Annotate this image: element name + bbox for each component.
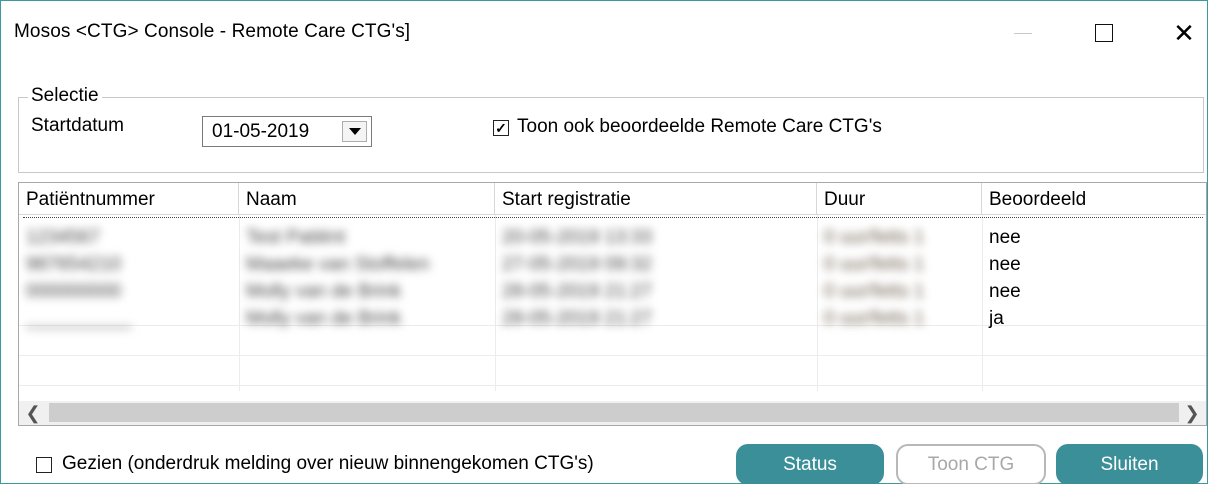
status-button[interactable]: Status <box>736 444 884 484</box>
table-row[interactable]: 1234567 Test Patiënt 20-05-2019 13:33 0 … <box>19 227 1206 254</box>
maximize-button[interactable] <box>1084 15 1124 51</box>
cell-start-registratie: 20-05-2019 13:33 <box>502 227 653 248</box>
column-header-beoordeeld[interactable]: Beoordeeld <box>982 183 1206 215</box>
cell-duur: 0 uur/fetts 1 <box>824 254 925 275</box>
gezien-checkbox[interactable] <box>36 457 52 473</box>
cell-naam: Maaeke van Stoffelen <box>246 254 430 275</box>
cell-naam: Molly van de Brink <box>246 281 402 302</box>
close-icon: ✕ <box>1173 18 1195 48</box>
table-row[interactable]: 000000000 Molly van de Brink 28-05-2019 … <box>19 281 1206 308</box>
startdatum-label: Startdatum <box>31 115 124 136</box>
column-header-patientnummer[interactable]: Patiëntnummer <box>19 183 239 215</box>
sluiten-button[interactable]: Sluiten <box>1056 444 1203 484</box>
cell-patientnummer: 987654210 <box>26 254 122 275</box>
minimize-icon <box>1014 32 1032 34</box>
table-header: Patiëntnummer Naam Start registratie Duu… <box>19 183 1206 215</box>
cell-patientnummer: 1234567 <box>26 227 100 248</box>
grid-line <box>19 385 1206 386</box>
cell-naam: Molly van de Brink <box>246 308 402 329</box>
cell-beoordeeld: ja <box>989 308 1004 329</box>
table-row[interactable]: __________ Molly van de Brink 28-05-2019… <box>19 308 1206 335</box>
scroll-right-button[interactable]: ❯ <box>1180 401 1204 425</box>
startdatum-dropdown[interactable]: 01-05-2019 <box>202 116 372 147</box>
checkmark-icon: ✓ <box>495 120 507 136</box>
cell-start-registratie: 28-05-2019 21:27 <box>502 281 653 302</box>
cell-patientnummer: 000000000 <box>26 281 122 302</box>
maximize-icon <box>1095 24 1113 42</box>
chevron-down-icon <box>348 128 361 135</box>
cell-duur: 0 uur/fetts 1 <box>824 308 925 329</box>
focus-rectangle <box>23 217 1203 218</box>
cell-beoordeeld: nee <box>989 254 1021 275</box>
cell-beoordeeld: nee <box>989 227 1021 248</box>
scroll-left-button[interactable]: ❮ <box>21 401 45 425</box>
scrollbar-thumb[interactable] <box>49 403 1179 422</box>
gezien-label[interactable]: Gezien (onderdruk melding over nieuw bin… <box>62 453 594 475</box>
selectie-legend: Selectie <box>28 85 102 107</box>
chevron-left-icon: ❮ <box>25 402 41 423</box>
chevron-right-icon: ❯ <box>1184 402 1200 423</box>
cell-beoordeeld: nee <box>989 281 1021 302</box>
cell-duur: 0 uur/fetts 1 <box>824 281 925 302</box>
cell-patientnummer: __________ <box>26 308 132 329</box>
cell-start-registratie: 28-05-2019 21:27 <box>502 308 653 329</box>
toon-beoordeelde-checkbox[interactable]: ✓ <box>493 120 509 136</box>
ctg-listview[interactable]: Patiëntnummer Naam Start registratie Duu… <box>18 182 1207 426</box>
column-header-naam[interactable]: Naam <box>239 183 495 215</box>
minimize-button[interactable] <box>1003 15 1043 51</box>
toon-beoordeelde-label[interactable]: Toon ook beoordeelde Remote Care CTG's <box>517 116 882 138</box>
table-row[interactable]: 987654210 Maaeke van Stoffelen 27-05-201… <box>19 254 1206 281</box>
column-header-duur[interactable]: Duur <box>817 183 982 215</box>
cell-start-registratie: 27-05-2019 09:32 <box>502 254 653 275</box>
cell-naam: Test Patiënt <box>246 227 346 248</box>
dropdown-button[interactable] <box>342 121 367 142</box>
cell-duur: 0 uur/fetts 1 <box>824 227 925 248</box>
title-bar: Mosos <CTG> Console - Remote Care CTG's]… <box>1 1 1207 65</box>
close-button[interactable]: ✕ <box>1164 15 1204 51</box>
column-header-start-registratie[interactable]: Start registratie <box>495 183 817 215</box>
window-title: Mosos <CTG> Console - Remote Care CTG's] <box>14 21 411 42</box>
startdatum-value: 01-05-2019 <box>212 121 310 142</box>
horizontal-scrollbar[interactable]: ❮ ❯ <box>19 401 1206 425</box>
toon-ctg-button[interactable]: Toon CTG <box>896 444 1046 484</box>
main-window: Mosos <CTG> Console - Remote Care CTG's]… <box>0 0 1208 484</box>
grid-line <box>19 355 1206 356</box>
